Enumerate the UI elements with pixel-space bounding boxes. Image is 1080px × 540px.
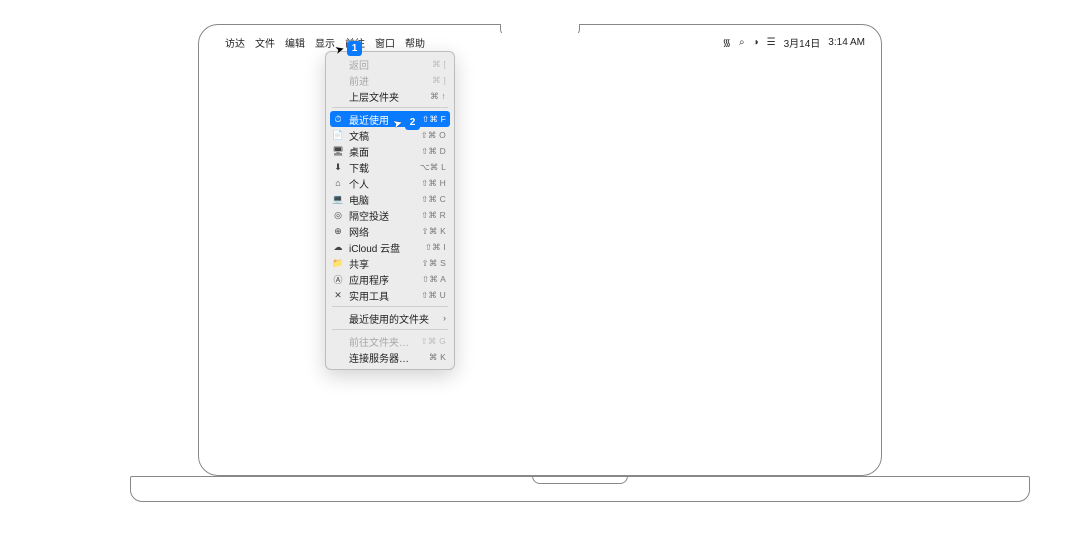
- connect-to-server-shortcut: ⌘ K: [429, 352, 446, 363]
- go-computer-shortcut: ⇧⌘ C: [421, 194, 446, 205]
- laptop-base: [130, 476, 1030, 502]
- chevron-right-icon: ›: [443, 313, 446, 323]
- home-icon: ⌂: [332, 178, 344, 188]
- go-downloads[interactable]: ⬇ 下载 ⌥⌘ L: [326, 159, 454, 175]
- document-icon: 📄: [332, 130, 344, 141]
- go-utilities[interactable]: ✕ 实用工具 ⇧⌘ U: [326, 287, 454, 303]
- desktop-icon: 🖥: [332, 146, 344, 157]
- go-airdrop-shortcut: ⇧⌘ R: [421, 210, 446, 221]
- go-forward-label: 前进: [349, 73, 427, 88]
- menu-edit[interactable]: 编辑: [285, 35, 305, 50]
- go-menu-dropdown: 返回 ⌘ [ 前进 ⌘ ] 上层文件夹 ⌘ ↑ ⏱ 最近使用 ⇧⌘ F 📄: [325, 51, 455, 370]
- laptop-frame: 访达 文件 编辑 显示 前往 窗口 帮助 ᯾ ⌕ ◑ ☰ 3月14日 3:14 …: [198, 24, 882, 476]
- clock-icon: ⏱: [332, 114, 344, 125]
- go-recent-folders[interactable]: 最近使用的文件夹 ›: [326, 310, 454, 326]
- menubar: 访达 文件 编辑 显示 前往 窗口 帮助 ᯾ ⌕ ◑ ☰ 3月14日 3:14 …: [207, 33, 873, 51]
- menu-separator: [332, 107, 448, 108]
- go-airdrop-label: 隔空投送: [349, 208, 416, 223]
- connect-to-server-label: 连接服务器…: [349, 350, 424, 365]
- download-icon: ⬇: [332, 162, 344, 173]
- search-icon[interactable]: ⌕: [739, 37, 745, 48]
- go-downloads-shortcut: ⌥⌘ L: [420, 162, 446, 173]
- go-desktop[interactable]: 🖥 桌面 ⇧⌘ D: [326, 143, 454, 159]
- menu-separator: [332, 329, 448, 330]
- control-center-icon[interactable]: ☰: [767, 37, 776, 48]
- go-forward-shortcut: ⌘ ]: [432, 75, 446, 86]
- connect-to-server[interactable]: 连接服务器… ⌘ K: [326, 349, 454, 365]
- go-to-folder-shortcut: ⇧⌘ G: [421, 336, 446, 347]
- go-home[interactable]: ⌂ 个人 ⇧⌘ H: [326, 175, 454, 191]
- go-downloads-label: 下载: [349, 160, 415, 175]
- go-documents[interactable]: 📄 文稿 ⇧⌘ O: [326, 127, 454, 143]
- menu-window[interactable]: 窗口: [375, 35, 395, 50]
- go-back-shortcut: ⌘ [: [432, 59, 446, 70]
- wifi-icon[interactable]: ᯾: [722, 35, 731, 49]
- go-icloud[interactable]: ☁ iCloud 云盘 ⇧⌘ I: [326, 239, 454, 255]
- utilities-icon: ✕: [332, 290, 344, 301]
- menu-file[interactable]: 文件: [255, 35, 275, 50]
- cloud-icon: ☁: [332, 242, 344, 253]
- go-back-label: 返回: [349, 57, 427, 72]
- network-icon: ⊕: [332, 226, 344, 237]
- go-computer[interactable]: 💻 电脑 ⇧⌘ C: [326, 191, 454, 207]
- go-documents-shortcut: ⇧⌘ O: [421, 130, 446, 141]
- go-applications-shortcut: ⇧⌘ A: [422, 274, 446, 285]
- step-badge-1: 1: [347, 41, 362, 56]
- go-icloud-shortcut: ⇧⌘ I: [425, 242, 446, 253]
- go-home-shortcut: ⇧⌘ H: [421, 178, 446, 189]
- go-network-label: 网络: [349, 224, 417, 239]
- go-utilities-label: 实用工具: [349, 288, 416, 303]
- go-network-shortcut: ⇧⌘ K: [422, 226, 446, 237]
- menubar-date[interactable]: 3月14日: [784, 35, 821, 50]
- go-enclosing-shortcut: ⌘ ↑: [430, 91, 446, 102]
- go-desktop-shortcut: ⇧⌘ D: [421, 146, 446, 157]
- menubar-time[interactable]: 3:14 AM: [828, 37, 865, 48]
- go-computer-label: 电脑: [349, 192, 416, 207]
- go-airdrop[interactable]: ◎ 隔空投送 ⇧⌘ R: [326, 207, 454, 223]
- go-enclosing-folder[interactable]: 上层文件夹 ⌘ ↑: [326, 88, 454, 104]
- computer-icon: 💻: [332, 194, 344, 205]
- go-to-folder-label: 前往文件夹…: [349, 334, 416, 349]
- go-home-label: 个人: [349, 176, 416, 191]
- applications-icon: Ⓐ: [332, 273, 344, 286]
- folder-icon: 📁: [332, 258, 344, 269]
- laptop-base-notch: [532, 476, 628, 484]
- go-shared-label: 共享: [349, 256, 417, 271]
- go-enclosing-label: 上层文件夹: [349, 89, 425, 104]
- go-recent-folders-label: 最近使用的文件夹: [349, 311, 438, 326]
- go-applications[interactable]: Ⓐ 应用程序 ⇧⌘ A: [326, 271, 454, 287]
- screen: 访达 文件 编辑 显示 前往 窗口 帮助 ᯾ ⌕ ◑ ☰ 3月14日 3:14 …: [207, 33, 873, 467]
- go-recents[interactable]: ⏱ 最近使用 ⇧⌘ F: [330, 111, 450, 127]
- go-network[interactable]: ⊕ 网络 ⇧⌘ K: [326, 223, 454, 239]
- go-to-folder[interactable]: 前往文件夹… ⇧⌘ G: [326, 333, 454, 349]
- menu-help[interactable]: 帮助: [405, 35, 425, 50]
- go-shared-shortcut: ⇧⌘ S: [422, 258, 446, 269]
- menu-view[interactable]: 显示: [315, 35, 335, 50]
- go-applications-label: 应用程序: [349, 272, 417, 287]
- go-back[interactable]: 返回 ⌘ [: [326, 56, 454, 72]
- step-badge-2: 2: [405, 115, 420, 130]
- go-forward[interactable]: 前进 ⌘ ]: [326, 72, 454, 88]
- go-shared[interactable]: 📁 共享 ⇧⌘ S: [326, 255, 454, 271]
- user-icon[interactable]: ◑: [753, 37, 759, 48]
- airdrop-icon: ◎: [332, 210, 344, 221]
- go-documents-label: 文稿: [349, 128, 416, 143]
- go-recents-shortcut: ⇧⌘ F: [422, 114, 446, 125]
- app-menu[interactable]: 访达: [225, 35, 245, 50]
- go-utilities-shortcut: ⇧⌘ U: [421, 290, 446, 301]
- go-icloud-label: iCloud 云盘: [349, 240, 420, 255]
- go-desktop-label: 桌面: [349, 144, 416, 159]
- menu-separator: [332, 306, 448, 307]
